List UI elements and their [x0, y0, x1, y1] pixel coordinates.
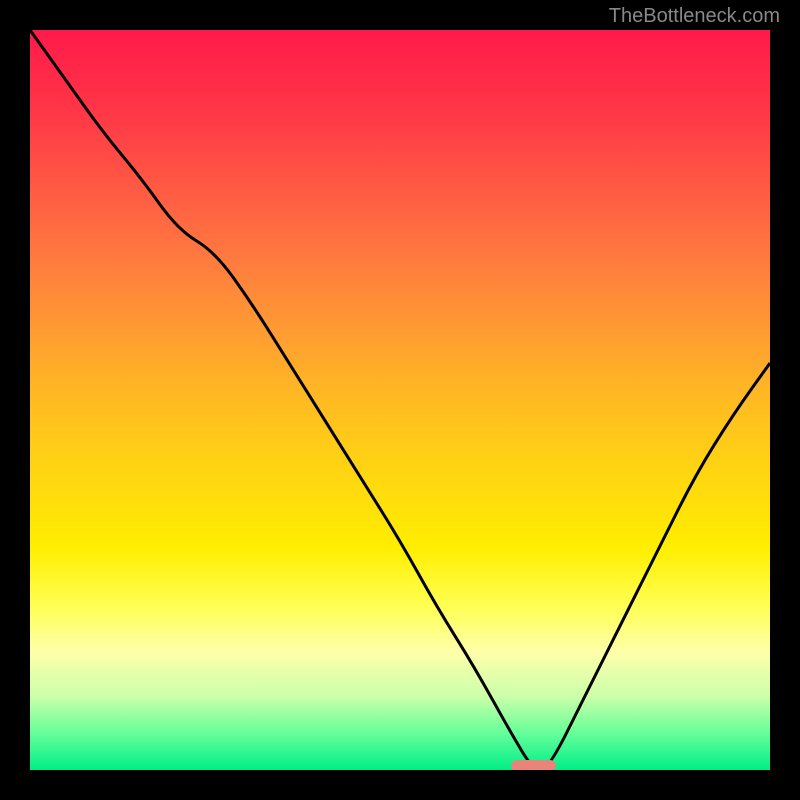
bottleneck-curve	[30, 30, 770, 770]
watermark-text: TheBottleneck.com	[609, 5, 780, 28]
chart-area	[30, 30, 770, 770]
optimal-marker	[511, 760, 556, 770]
